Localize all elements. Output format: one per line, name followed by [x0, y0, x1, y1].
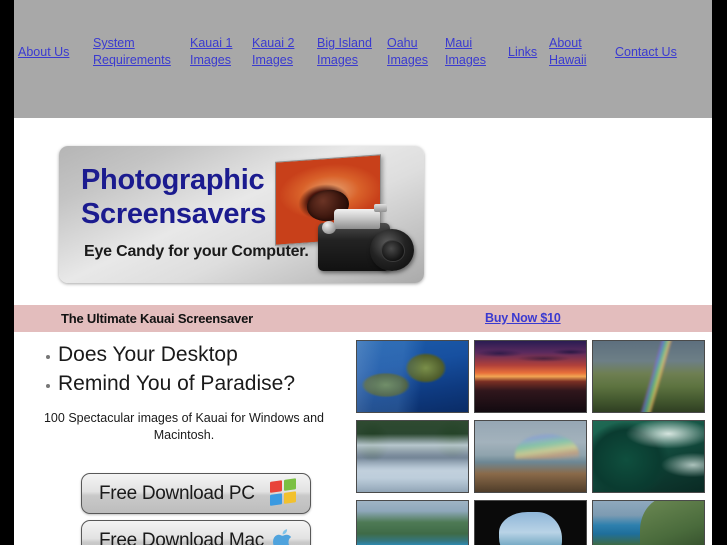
camera-prism — [334, 209, 380, 229]
gallery-thumbnail[interactable] — [356, 420, 469, 493]
banner-title: Photographic Screensavers — [81, 164, 267, 230]
nav-link-label[interactable]: Big Island Images — [317, 35, 372, 69]
gallery-thumbnail[interactable] — [356, 340, 469, 413]
nav-link-label[interactable]: About Us — [18, 44, 69, 61]
gallery-thumbnail[interactable] — [592, 500, 705, 545]
nav-link-label[interactable]: About Hawaii — [549, 35, 587, 69]
product-title-bar: The Ultimate Kauai Screensaver Buy Now $… — [14, 305, 712, 332]
top-navigation-bar: About Us System Requirements Kauai 1 Ima… — [14, 0, 712, 118]
nav-item-links[interactable]: Links — [508, 35, 549, 69]
camera-dial — [322, 221, 336, 234]
nav-item-about-hawaii[interactable]: About Hawaii — [549, 35, 615, 69]
camera-lens — [370, 229, 414, 271]
nav-item-big-island-images[interactable]: Big Island Images — [317, 35, 387, 69]
nav-link-label[interactable]: Kauai 1 Images — [190, 35, 232, 69]
promo-headline-list: Does Your Desktop Remind You of Paradise… — [14, 340, 354, 398]
promo-headline-item: Remind You of Paradise? — [46, 369, 354, 398]
nav-link-label[interactable]: System Requirements — [93, 35, 171, 69]
promo-column: Does Your Desktop Remind You of Paradise… — [14, 340, 354, 545]
gallery-thumbnail[interactable] — [592, 340, 705, 413]
nav-link-label[interactable]: Kauai 2 Images — [252, 35, 294, 69]
gallery-thumbnail[interactable] — [356, 500, 469, 545]
nav-item-system-requirements[interactable]: System Requirements — [93, 35, 190, 69]
nav-item-kauai-2-images[interactable]: Kauai 2 Images — [252, 35, 317, 69]
windows-logo-icon — [270, 478, 297, 508]
nav-item-about-us[interactable]: About Us — [18, 35, 93, 69]
free-download-pc-button[interactable]: Free Download PC — [81, 473, 311, 514]
nav-link-label[interactable]: Maui Images — [445, 35, 486, 69]
nav-item-maui-images[interactable]: Maui Images — [445, 35, 508, 69]
apple-logo-icon — [272, 528, 296, 545]
gallery-thumbnail[interactable] — [592, 420, 705, 493]
site-banner: Photographic Screensavers Eye Candy for … — [59, 146, 424, 283]
download-mac-label: Free Download Mac — [99, 529, 264, 545]
image-gallery-grid — [356, 340, 712, 545]
page-container: About Us System Requirements Kauai 1 Ima… — [14, 0, 712, 545]
gallery-thumbnail[interactable] — [474, 500, 587, 545]
promo-headline-item: Does Your Desktop — [46, 340, 354, 369]
nav-link-label[interactable]: Contact Us — [615, 44, 677, 61]
nav-item-oahu-images[interactable]: Oahu Images — [387, 35, 445, 69]
free-download-mac-button[interactable]: Free Download Mac — [81, 520, 311, 545]
nav-link-label[interactable]: Oahu Images — [387, 35, 428, 69]
nav-links: About Us System Requirements Kauai 1 Ima… — [14, 35, 712, 69]
nav-item-kauai-1-images[interactable]: Kauai 1 Images — [190, 35, 252, 69]
nav-item-contact-us[interactable]: Contact Us — [615, 35, 695, 69]
gallery-thumbnail[interactable] — [474, 420, 587, 493]
gallery-row — [356, 340, 712, 413]
promo-subcopy: 100 Spectacular images of Kauai for Wind… — [43, 411, 325, 442]
gallery-row — [356, 420, 712, 493]
buy-now-link[interactable]: Buy Now $10 — [485, 311, 561, 325]
nav-link-label[interactable]: Links — [508, 44, 537, 61]
product-title: The Ultimate Kauai Screensaver — [61, 311, 253, 326]
gallery-row — [356, 500, 712, 545]
slr-camera-icon — [312, 203, 416, 276]
download-pc-label: Free Download PC — [99, 482, 255, 504]
camera-winder — [374, 204, 387, 212]
gallery-thumbnail[interactable] — [474, 340, 587, 413]
